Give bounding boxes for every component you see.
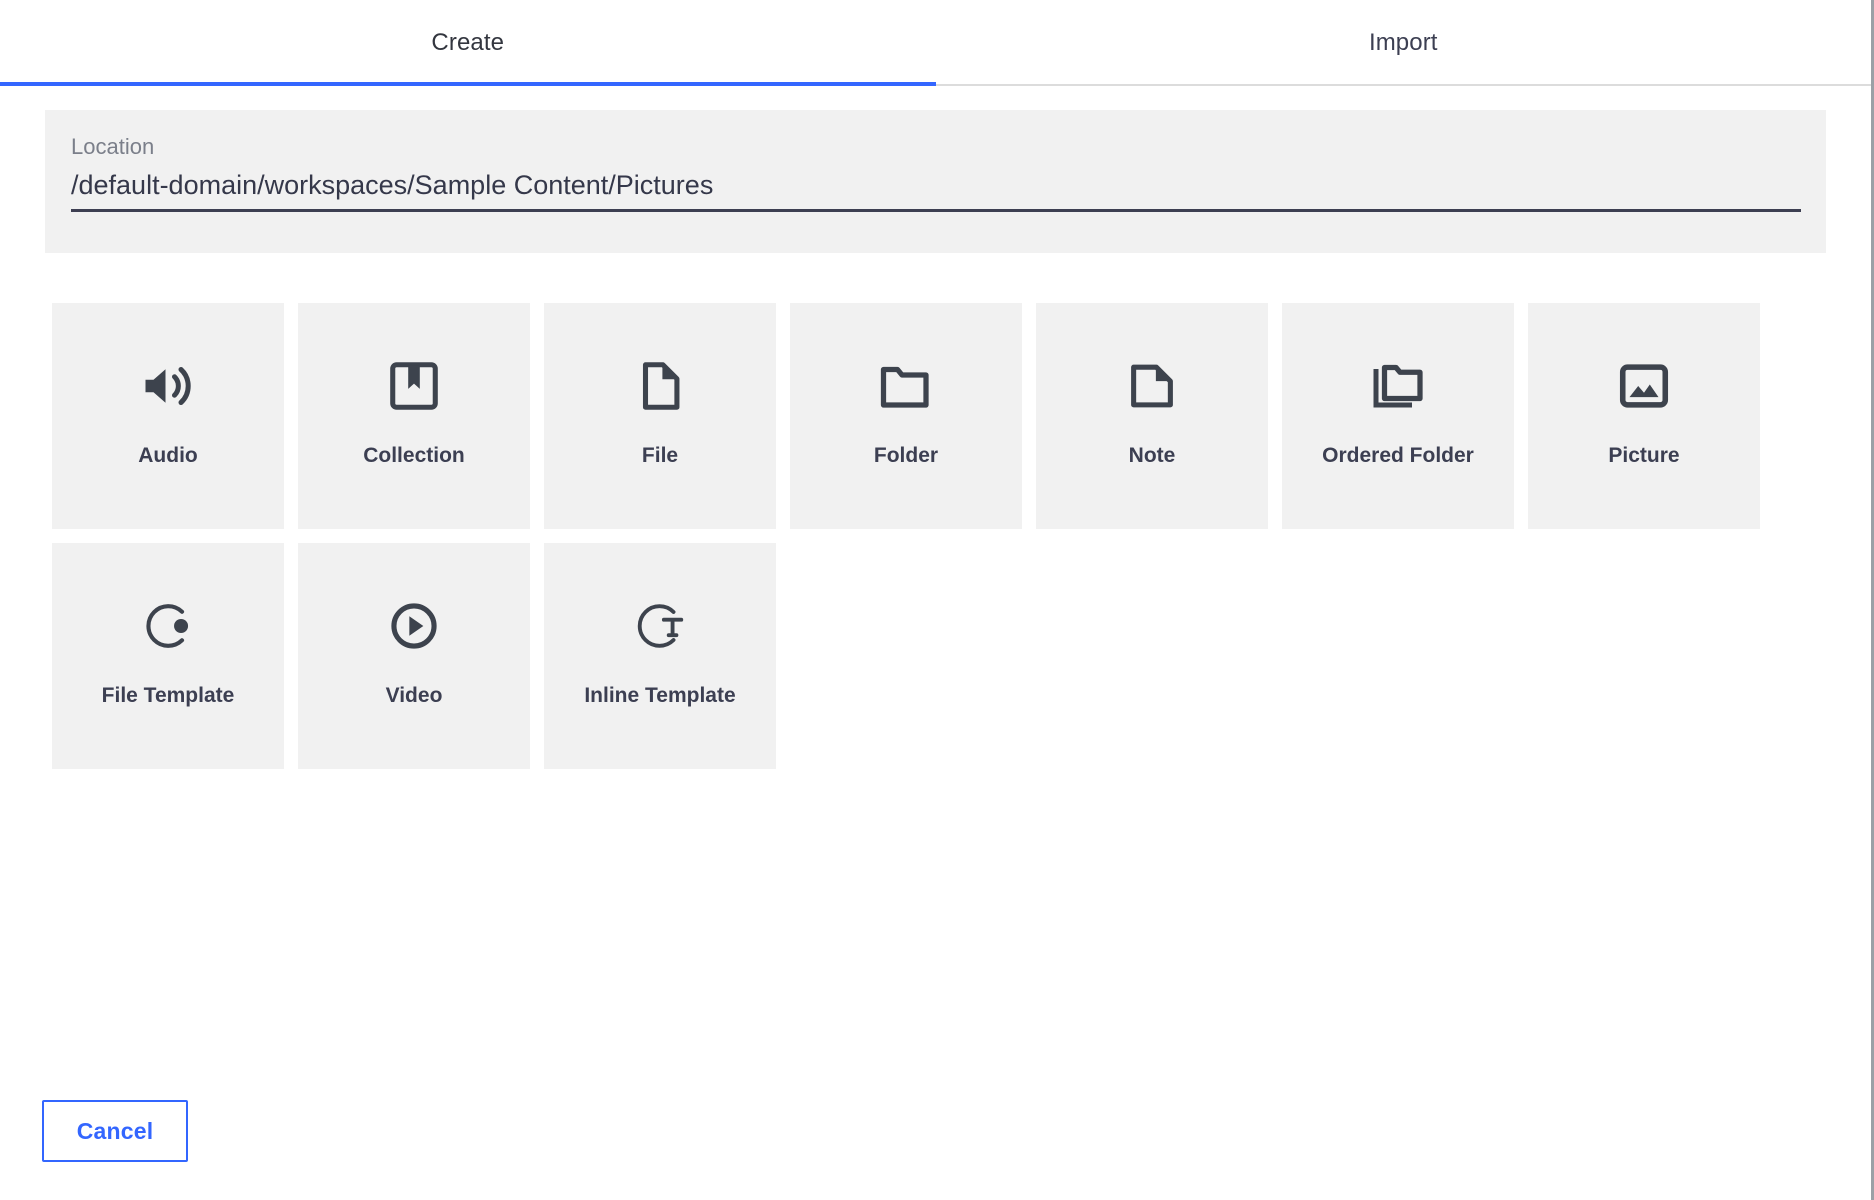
location-label: Location: [71, 134, 155, 159]
doc-type-tile-inline-template[interactable]: Inline Template: [544, 543, 776, 769]
doc-type-label: Picture: [1608, 444, 1680, 467]
doc-type-tile-note[interactable]: Note: [1036, 303, 1268, 529]
create-document-dialog: Create Import Location Audio: [0, 0, 1874, 1200]
tab-bar: Create Import: [0, 0, 1871, 86]
file-document-icon: [629, 355, 691, 417]
doc-type-label: Collection: [363, 444, 465, 467]
picture-image-icon: [1613, 355, 1675, 417]
doc-type-tile-video[interactable]: Video: [298, 543, 530, 769]
doc-type-tile-file-template[interactable]: File Template: [52, 543, 284, 769]
doc-type-label: File: [641, 444, 679, 467]
doc-type-tile-file[interactable]: File: [544, 303, 776, 529]
doc-type-label: Inline Template: [584, 684, 736, 707]
audio-speaker-icon: [137, 355, 199, 417]
inline-template-text-icon: [629, 595, 691, 657]
cancel-button[interactable]: Cancel: [42, 1100, 188, 1162]
tab-create-label: Create: [431, 29, 505, 56]
doc-type-label: File Template: [101, 684, 235, 707]
location-input[interactable]: [71, 170, 1801, 212]
dialog-footer: Cancel: [42, 1100, 188, 1162]
file-template-circle-icon: [137, 595, 199, 657]
doc-type-label: Video: [385, 684, 443, 707]
ordered-folder-icon: [1367, 355, 1429, 417]
document-type-grid: Audio Collection File Folder Note Ordere…: [52, 303, 1812, 769]
doc-type-tile-audio[interactable]: Audio: [52, 303, 284, 529]
doc-type-label: Note: [1128, 444, 1176, 467]
note-icon: [1121, 355, 1183, 417]
video-play-icon: [383, 595, 445, 657]
doc-type-tile-picture[interactable]: Picture: [1528, 303, 1760, 529]
folder-icon: [875, 355, 937, 417]
doc-type-tile-ordered-folder[interactable]: Ordered Folder: [1282, 303, 1514, 529]
tab-import-label: Import: [1368, 29, 1438, 56]
doc-type-label: Ordered Folder: [1322, 444, 1474, 467]
location-panel: Location: [45, 110, 1826, 253]
doc-type-label: Audio: [138, 444, 198, 467]
doc-type-label: Folder: [873, 444, 939, 467]
doc-type-tile-collection[interactable]: Collection: [298, 303, 530, 529]
doc-type-tile-folder[interactable]: Folder: [790, 303, 1022, 529]
tab-create[interactable]: Create: [0, 0, 936, 86]
collection-bookmark-icon: [383, 355, 445, 417]
tab-import[interactable]: Import: [936, 0, 1872, 86]
